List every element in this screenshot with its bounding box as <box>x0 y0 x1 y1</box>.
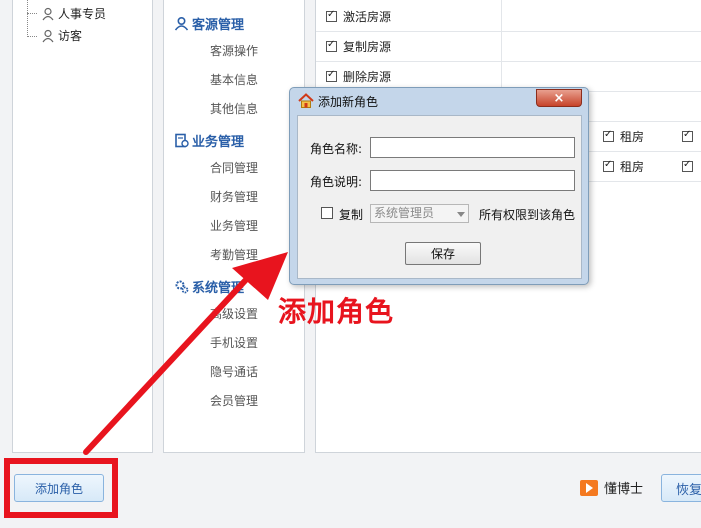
perm-label: 租房 <box>620 130 645 144</box>
chevron-down-icon <box>457 212 465 217</box>
role-name-input[interactable] <box>370 137 575 158</box>
table-row: 复制房源 <box>316 32 701 62</box>
perm-activate-listing[interactable]: 激活房源 <box>326 2 391 32</box>
perm-rent-2[interactable]: 租房 <box>603 152 644 182</box>
checkbox[interactable] <box>682 129 693 142</box>
menu-item-member-management[interactable]: 会员管理 <box>210 391 258 411</box>
role-desc-label: 角色说明: <box>310 175 363 189</box>
tree-connector <box>27 36 37 37</box>
copy-suffix-label: 所有权限到该角色 <box>479 208 576 222</box>
tree-item-visitor[interactable]: 访客 <box>41 26 82 46</box>
copy-source-value: 系统管理员 <box>374 206 435 220</box>
perm-copy-listing[interactable]: 复制房源 <box>326 32 391 62</box>
perm-rent-1[interactable]: 租房 <box>603 122 644 152</box>
copy-source-select[interactable]: 系统管理员 <box>370 204 469 223</box>
role-tree-panel: 人事专员 访客 <box>12 0 153 453</box>
tree-item-label: 人事专员 <box>58 7 107 21</box>
table-row: 激活房源 <box>316 2 701 32</box>
perm-cut-off-1[interactable] <box>682 122 699 152</box>
add-role-dialog: 添加新角色 × 角色名称: 角色说明: 复制 系统管理员 所有权限到该角色 保存 <box>289 87 589 285</box>
close-button[interactable]: × <box>536 89 582 107</box>
menu-item-hidden-call[interactable]: 隐号通话 <box>210 362 258 382</box>
brand-name: 懂博士 <box>604 482 644 497</box>
group-title: 业务管理 <box>192 134 245 150</box>
tree-connector <box>27 0 28 37</box>
menu-item-customer-ops[interactable]: 客源操作 <box>210 41 258 61</box>
menu-item-other-info[interactable]: 其他信息 <box>210 99 258 119</box>
checkbox[interactable] <box>603 159 614 172</box>
business-icon <box>174 133 189 148</box>
save-button[interactable]: 保存 <box>405 242 481 265</box>
gears-icon <box>174 279 189 294</box>
perm-label: 复制房源 <box>343 40 392 54</box>
menu-item-attendance[interactable]: 考勤管理 <box>210 245 258 265</box>
checkbox[interactable] <box>326 9 337 22</box>
copy-checkbox[interactable] <box>321 207 333 219</box>
perm-label: 激活房源 <box>343 10 392 24</box>
checkbox[interactable] <box>326 39 337 52</box>
menu-item-business[interactable]: 业务管理 <box>210 216 258 236</box>
perm-label: 租房 <box>620 160 645 174</box>
checkbox[interactable] <box>682 159 693 172</box>
menu-item-basic-info[interactable]: 基本信息 <box>210 70 258 90</box>
group-business-management[interactable]: 业务管理 <box>174 129 244 151</box>
group-title: 客源管理 <box>192 17 245 33</box>
group-system-management[interactable]: 系统管理 <box>174 275 244 297</box>
group-customer-management[interactable]: 客源管理 <box>174 12 244 34</box>
restore-button[interactable]: 恢复 <box>661 474 701 502</box>
copy-label: 复制 <box>339 208 364 222</box>
menu-item-advanced-settings[interactable]: 高级设置 <box>210 304 258 324</box>
dialog-body: 角色名称: 角色说明: 复制 系统管理员 所有权限到该角色 保存 <box>297 115 582 279</box>
permission-category-panel: 客源管理 客源操作 基本信息 其他信息 业务管理 合同管理 财务管理 业务管理 … <box>163 0 305 453</box>
perm-cut-off-2[interactable] <box>682 152 699 182</box>
menu-item-contracts[interactable]: 合同管理 <box>210 158 258 178</box>
dialog-title: 添加新角色 <box>318 94 379 109</box>
tree-connector <box>27 13 37 14</box>
house-icon <box>298 93 314 109</box>
brand-watermark: 懂博士 <box>580 478 643 497</box>
perm-label: 删除房源 <box>343 70 392 84</box>
tree-item-hr[interactable]: 人事专员 <box>41 4 106 24</box>
role-desc-input[interactable] <box>370 170 575 191</box>
role-name-label: 角色名称: <box>310 142 363 156</box>
user-icon <box>41 29 55 43</box>
customer-icon <box>174 16 189 31</box>
highlight-box <box>4 458 118 518</box>
checkbox[interactable] <box>326 69 337 82</box>
group-title: 系统管理 <box>192 280 245 296</box>
user-icon <box>41 7 55 21</box>
play-logo-icon <box>580 479 598 496</box>
annotation-text: 添加角色 <box>278 295 395 328</box>
menu-item-finance[interactable]: 财务管理 <box>210 187 258 207</box>
tree-item-label: 访客 <box>58 29 83 43</box>
menu-item-mobile-settings[interactable]: 手机设置 <box>210 333 258 353</box>
checkbox[interactable] <box>603 129 614 142</box>
